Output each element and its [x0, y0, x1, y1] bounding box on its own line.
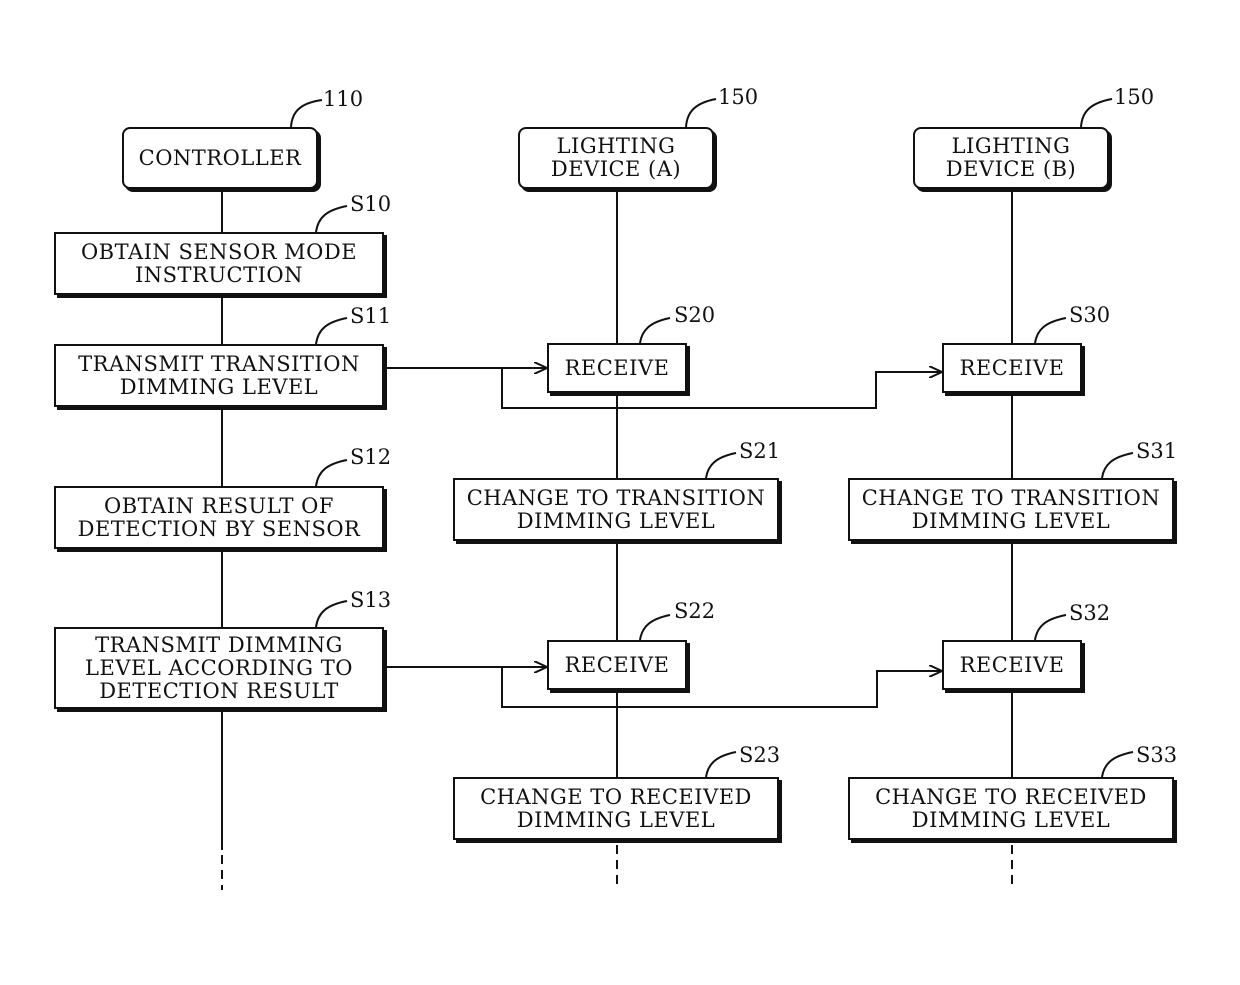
step-s31: CHANGE TO TRANSITION DIMMING LEVEL [848, 478, 1174, 541]
leader-s21 [705, 452, 737, 479]
leader-s23 [705, 751, 737, 778]
leader-s12 [315, 459, 348, 487]
step-s10-text: OBTAIN SENSOR MODE INSTRUCTION [80, 239, 358, 287]
step-s21-text: CHANGE TO TRANSITION DIMMING LEVEL [466, 485, 766, 533]
label-s10: S10 [350, 192, 392, 216]
step-s12-text: OBTAIN RESULT OF DETECTION BY SENSOR [77, 493, 361, 541]
lane-controller: CONTROLLER [122, 127, 318, 189]
step-s23-text: CHANGE TO RECEIVED DIMMING LEVEL [480, 784, 752, 832]
leader-s13 [315, 600, 348, 628]
step-s33: CHANGE TO RECEIVED DIMMING LEVEL [848, 777, 1174, 840]
step-s12: OBTAIN RESULT OF DETECTION BY SENSOR [54, 486, 384, 549]
ref-150-a: 150 [718, 85, 759, 109]
leader-s22 [639, 614, 671, 641]
lane-controller-label: CONTROLLER [138, 145, 302, 170]
step-s11-text: TRANSMIT TRANSITION DIMMING LEVEL [78, 351, 360, 399]
step-s20: RECEIVE [547, 343, 687, 393]
leader-110 [290, 99, 323, 128]
step-s13: TRANSMIT DIMMING LEVEL ACCORDING TO DETE… [54, 627, 384, 709]
leader-s11 [315, 317, 348, 345]
label-s23: S23 [739, 743, 781, 767]
label-s21: S21 [739, 439, 781, 463]
step-s22: RECEIVE [547, 640, 687, 690]
leader-s31 [1101, 452, 1134, 479]
leader-s20 [639, 317, 671, 344]
label-s20: S20 [674, 303, 716, 327]
lane-lighting-device-a: LIGHTING DEVICE (A) [518, 127, 714, 189]
step-s23: CHANGE TO RECEIVED DIMMING LEVEL [453, 777, 779, 840]
lane-lighting-device-b: LIGHTING DEVICE (B) [913, 127, 1109, 189]
step-s30-text: RECEIVE [959, 355, 1065, 380]
label-s30: S30 [1069, 303, 1111, 327]
label-s11: S11 [350, 304, 392, 328]
leader-s32 [1034, 614, 1067, 641]
step-s11: TRANSMIT TRANSITION DIMMING LEVEL [54, 344, 384, 407]
lane-device-a-label: LIGHTING DEVICE (A) [550, 134, 682, 181]
step-s30: RECEIVE [942, 343, 1082, 393]
ref-150-b: 150 [1114, 85, 1155, 109]
label-s22: S22 [674, 599, 716, 623]
label-s33: S33 [1136, 743, 1178, 767]
lane-device-b-label: LIGHTING DEVICE (B) [945, 134, 1077, 181]
label-s12: S12 [350, 445, 392, 469]
ref-110: 110 [323, 87, 364, 111]
step-s21: CHANGE TO TRANSITION DIMMING LEVEL [453, 478, 779, 541]
label-s13: S13 [350, 588, 392, 612]
step-s22-text: RECEIVE [564, 652, 670, 677]
leader-150-a [685, 98, 717, 128]
step-s33-text: CHANGE TO RECEIVED DIMMING LEVEL [875, 784, 1147, 832]
leader-s10 [315, 205, 348, 233]
label-s32: S32 [1069, 601, 1111, 625]
step-s20-text: RECEIVE [564, 355, 670, 380]
step-s10: OBTAIN SENSOR MODE INSTRUCTION [54, 232, 384, 295]
leader-150-b [1080, 98, 1113, 128]
step-s31-text: CHANGE TO TRANSITION DIMMING LEVEL [861, 485, 1161, 533]
leader-s33 [1101, 751, 1134, 778]
leader-s30 [1034, 317, 1067, 344]
label-s31: S31 [1136, 439, 1178, 463]
step-s32: RECEIVE [942, 640, 1082, 690]
step-s13-text: TRANSMIT DIMMING LEVEL ACCORDING TO DETE… [85, 632, 353, 703]
step-s32-text: RECEIVE [959, 652, 1065, 677]
